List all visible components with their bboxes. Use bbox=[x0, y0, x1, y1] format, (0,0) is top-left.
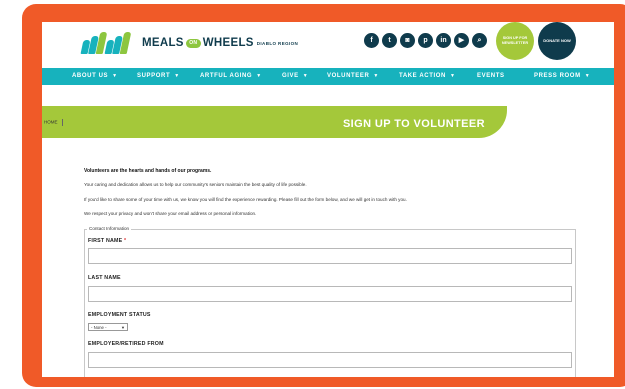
nav-item-about-us[interactable]: ABOUT US ▼ bbox=[72, 68, 118, 85]
last-name-field[interactable] bbox=[88, 286, 572, 302]
newsletter-signup-button[interactable]: SIGN UP FOR NEWSLETTER bbox=[496, 22, 534, 60]
employment-status-label: EMPLOYMENT STATUS bbox=[88, 312, 151, 318]
chevron-down-icon: ▼ bbox=[373, 73, 379, 79]
chevron-down-icon: ▼ bbox=[112, 73, 118, 79]
site-logo[interactable]: MEALS ON WHEELS DIABLO REGION bbox=[80, 32, 299, 54]
chevron-down-icon: ▼ bbox=[174, 73, 180, 79]
chevron-down-icon: ▼ bbox=[302, 73, 309, 79]
breadcrumb-separator bbox=[61, 119, 63, 126]
instagram-icon[interactable]: ◙ bbox=[400, 33, 415, 48]
nav-item-artful-aging[interactable]: ARTFUL AGING ▼ bbox=[200, 68, 262, 85]
required-marker: * bbox=[124, 238, 127, 244]
nav-item-support[interactable]: SUPPORT ▼ bbox=[137, 68, 180, 85]
nav-item-take-action[interactable]: TAKE ACTION ▼ bbox=[399, 68, 456, 85]
nav-item-press-room[interactable]: PRESS ROOM ▼ bbox=[534, 68, 590, 85]
chevron-down-icon: ▼ bbox=[584, 73, 591, 79]
youtube-icon[interactable]: ▶ bbox=[454, 33, 469, 48]
last-name-label: LAST NAME bbox=[88, 275, 121, 281]
logo-bar bbox=[119, 32, 132, 54]
pinterest-icon[interactable]: p bbox=[418, 33, 433, 48]
intro-heading: Volunteers are the hearts and hands of o… bbox=[84, 168, 212, 174]
breadcrumb: HOME bbox=[44, 119, 63, 126]
first-name-field[interactable] bbox=[88, 248, 572, 264]
contact-information-fieldset: Contact Information FIRST NAME * LAST NA… bbox=[84, 226, 576, 377]
search-icon[interactable]: ⌕ bbox=[472, 33, 487, 48]
logo-word-meals: MEALS bbox=[142, 37, 184, 49]
nav-item-events[interactable]: EVENTS bbox=[477, 68, 505, 85]
chevron-down-icon: ▼ bbox=[449, 73, 456, 79]
employer-label: EMPLOYER/RETIRED FROM bbox=[88, 341, 164, 347]
facebook-icon[interactable]: f bbox=[364, 33, 379, 48]
fieldset-legend: Contact Information bbox=[87, 226, 132, 231]
nav-item-give[interactable]: GIVE ▼ bbox=[282, 68, 308, 85]
twitter-icon[interactable]: t bbox=[382, 33, 397, 48]
intro-paragraph-3: We respect your privacy and won't share … bbox=[84, 211, 257, 216]
employer-field[interactable] bbox=[88, 352, 572, 368]
chevron-down-icon: ▼ bbox=[121, 325, 125, 330]
employment-status-select[interactable]: - None - ▼ bbox=[88, 323, 128, 331]
site-header: MEALS ON WHEELS DIABLO REGION f t ◙ p in ▶ ⌕ S… bbox=[42, 22, 614, 68]
social-links: f t ◙ p in ▶ ⌕ bbox=[364, 33, 487, 48]
page-banner: SIGN UP TO VOLUNTEER bbox=[42, 106, 507, 138]
logo-word-wheels: WHEELS bbox=[202, 37, 254, 49]
breadcrumb-home-link[interactable]: HOME bbox=[44, 120, 58, 125]
donate-button[interactable]: DONATE NOW bbox=[538, 22, 576, 60]
logo-mark bbox=[80, 32, 136, 54]
first-name-label: FIRST NAME * bbox=[88, 238, 127, 244]
browser-viewport: MEALS ON WHEELS DIABLO REGION f t ◙ p in ▶ ⌕ S… bbox=[42, 22, 614, 377]
nav-item-volunteer[interactable]: VOLUNTEER ▼ bbox=[327, 68, 379, 85]
page-title: SIGN UP TO VOLUNTEER bbox=[342, 118, 485, 130]
logo-word-on: ON bbox=[185, 38, 201, 48]
chevron-down-icon: ▼ bbox=[256, 73, 262, 79]
intro-paragraph-2: If you'd like to share some of your time… bbox=[84, 197, 407, 202]
linkedin-icon[interactable]: in bbox=[436, 33, 451, 48]
logo-region: DIABLO REGION bbox=[256, 40, 299, 46]
main-nav: ABOUT US ▼ SUPPORT ▼ ARTFUL AGING ▼ GIVE ▼ V… bbox=[42, 68, 614, 85]
intro-paragraph-1: Your caring and dedication allows us to … bbox=[84, 182, 307, 187]
